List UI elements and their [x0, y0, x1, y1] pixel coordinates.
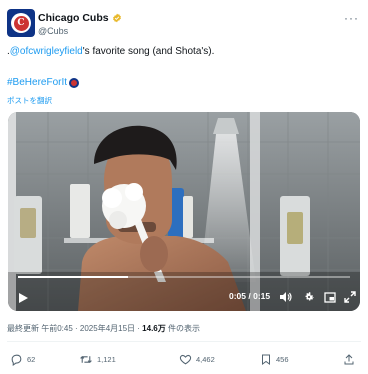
author-display-name-row[interactable]: Chicago Cubs [38, 12, 122, 24]
cubs-hashflag-icon [69, 77, 80, 88]
edited-timestamp[interactable]: 最終更新 午前0:45 [7, 324, 73, 333]
video-player[interactable]: 0:05 / 0:15 [8, 112, 360, 311]
retweet-count: 1,121 [97, 355, 116, 364]
video-progress-bar[interactable] [18, 276, 350, 278]
view-count[interactable]: 14.6万 [142, 324, 166, 333]
post-date[interactable]: 2025年4月15日 [80, 324, 135, 333]
fullscreen-icon[interactable] [344, 291, 356, 303]
settings-gear-icon[interactable] [303, 291, 315, 303]
avatar[interactable]: C [7, 9, 35, 37]
tweet-meta: 最終更新 午前0:45 · 2025年4月15日 · 14.6万 件の表示 [7, 323, 200, 334]
more-options-icon[interactable]: ··· [344, 11, 359, 25]
bookmark-button[interactable]: 456 [260, 353, 289, 366]
share-button[interactable] [343, 353, 355, 366]
heart-icon [179, 354, 192, 365]
author-info: Chicago Cubs @Cubs [38, 12, 122, 36]
reply-icon [11, 354, 22, 366]
bookmark-icon [262, 354, 270, 365]
mention-link[interactable]: @ofcwrigleyfield [10, 46, 83, 57]
tweet-text: .@ofcwrigleyfield's favorite song (and S… [7, 46, 214, 57]
picture-in-picture-icon[interactable] [324, 292, 336, 303]
share-icon [344, 354, 354, 365]
video-time: 0:05 / 0:15 [229, 291, 271, 301]
like-button[interactable]: 4,462 [179, 353, 215, 366]
hashtag-link[interactable]: #BeHereForIt [7, 77, 67, 88]
video-frame [8, 112, 360, 311]
volume-icon[interactable] [279, 291, 292, 303]
view-count-label: 件の表示 [165, 324, 200, 333]
action-bar: 62 1,121 4,462 456 [10, 353, 360, 367]
reply-button[interactable]: 62 [10, 353, 35, 366]
reply-count: 62 [27, 355, 36, 364]
author-handle[interactable]: @Cubs [38, 26, 122, 36]
tweet-header: C Chicago Cubs @Cubs ··· [7, 9, 361, 39]
tweet-text-suffix: 's favorite song (and Shota's). [82, 46, 215, 57]
translate-post-link[interactable]: ポストを翻訳 [7, 95, 52, 106]
bookmark-count: 456 [276, 355, 289, 364]
like-count: 4,462 [196, 355, 215, 364]
cubs-logo: C [11, 13, 31, 33]
video-progress-fill [18, 276, 128, 278]
hashtag-line: #BeHereForIt [7, 77, 80, 88]
verified-badge-icon [112, 13, 121, 23]
cubs-logo-letter: C [13, 15, 29, 31]
retweet-button[interactable]: 1,121 [79, 353, 116, 366]
author-display-name[interactable]: Chicago Cubs [38, 12, 109, 24]
divider [7, 341, 361, 342]
meta-separator: · [72, 324, 80, 333]
play-icon[interactable] [17, 292, 29, 304]
retweet-icon [80, 356, 92, 363]
